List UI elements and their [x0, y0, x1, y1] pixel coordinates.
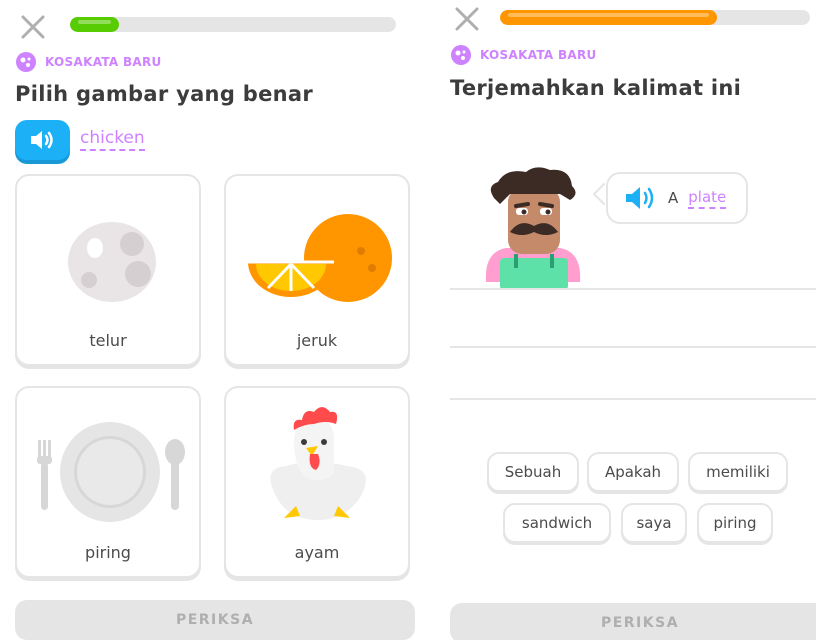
translate-panel: KOSAKATA BARU Terjemahkan kalimat ini A …: [436, 0, 816, 640]
plate-icon: [37, 422, 185, 522]
choice-label: jeruk: [296, 331, 338, 350]
choice-label: piring: [85, 543, 131, 562]
badge-label: KOSAKATA BARU: [45, 55, 162, 69]
close-icon[interactable]: [452, 4, 482, 34]
word-chip-piring[interactable]: piring: [697, 503, 773, 543]
choice-card-piring[interactable]: piring: [15, 386, 201, 578]
word-chip-memiliki[interactable]: memiliki: [688, 452, 788, 492]
egg-icon: [68, 222, 156, 302]
choice-card-telur[interactable]: telur: [15, 174, 201, 366]
sparkle-icon: [16, 52, 36, 72]
page-title: Terjemahkan kalimat ini: [450, 76, 742, 100]
chicken-icon: [270, 407, 366, 520]
lesson-progress-fill: [70, 17, 119, 32]
close-icon[interactable]: [18, 12, 48, 42]
word-chip-sandwich[interactable]: sandwich: [503, 503, 611, 543]
check-button[interactable]: PERIKSA: [15, 600, 415, 640]
orange-icon: [248, 214, 392, 302]
word-chip-sebuah[interactable]: Sebuah: [487, 452, 579, 492]
choice-card-jeruk[interactable]: jeruk: [224, 174, 410, 366]
sentence-article[interactable]: A: [668, 189, 678, 207]
badge-label: KOSAKATA BARU: [480, 48, 597, 62]
speaker-icon[interactable]: [624, 185, 658, 211]
lesson-progress-fill: [500, 10, 717, 25]
play-audio-button[interactable]: [15, 120, 70, 160]
lesson-progress-bar: [500, 10, 810, 25]
word-chip-apakah[interactable]: Apakah: [587, 452, 679, 492]
speaker-icon: [30, 131, 53, 149]
choice-label: telur: [89, 331, 127, 350]
answer-line: [450, 398, 816, 400]
speech-bubble: A plate: [606, 172, 748, 224]
answer-line: [450, 346, 816, 348]
word-chip-saya[interactable]: saya: [621, 503, 687, 543]
new-word-badge: KOSAKATA BARU: [450, 45, 597, 65]
choice-label: ayam: [294, 543, 340, 562]
check-button[interactable]: PERIKSA: [450, 603, 816, 640]
audio-word[interactable]: chicken: [80, 128, 145, 151]
choice-card-ayam[interactable]: ayam: [224, 386, 410, 578]
sparkle-icon: [451, 45, 471, 65]
lesson-progress-bar: [70, 17, 396, 32]
answer-line: [450, 288, 816, 290]
new-word-badge: KOSAKATA BARU: [15, 52, 162, 72]
choose-image-panel: KOSAKATA BARU Pilih gambar yang benar ch…: [0, 0, 430, 640]
character-avatar: [485, 167, 581, 290]
sentence-word[interactable]: plate: [688, 188, 727, 209]
page-title: Pilih gambar yang benar: [15, 82, 314, 106]
